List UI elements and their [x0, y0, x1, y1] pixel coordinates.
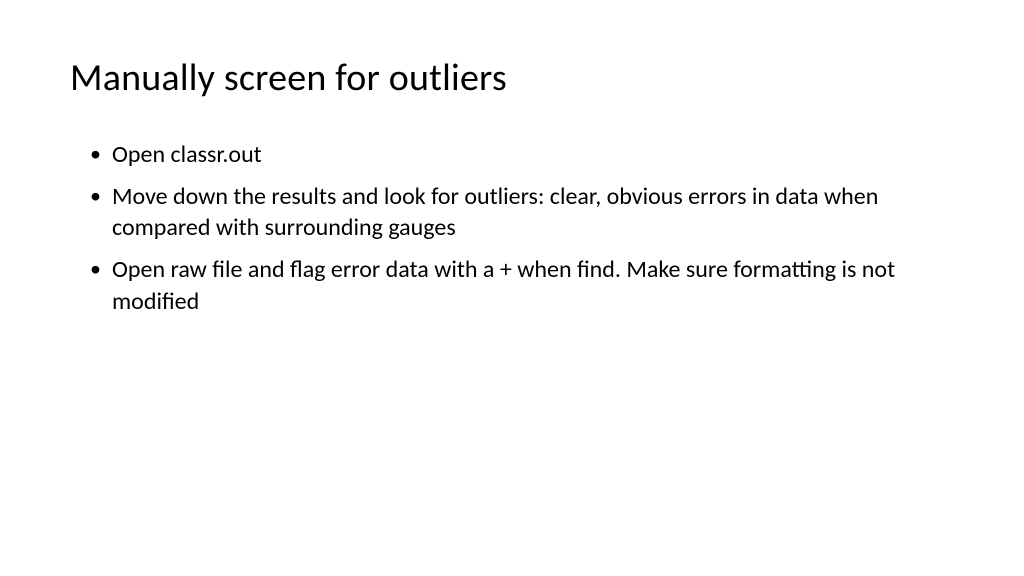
- bullet-item: Open raw file and flag error data with a…: [94, 254, 954, 317]
- slide-title: Manually screen for outliers: [70, 55, 954, 101]
- bullet-item: Open classr.out: [94, 139, 954, 171]
- bullet-item: Move down the results and look for outli…: [94, 181, 954, 244]
- bullet-list: Open classr.out Move down the results an…: [70, 139, 954, 317]
